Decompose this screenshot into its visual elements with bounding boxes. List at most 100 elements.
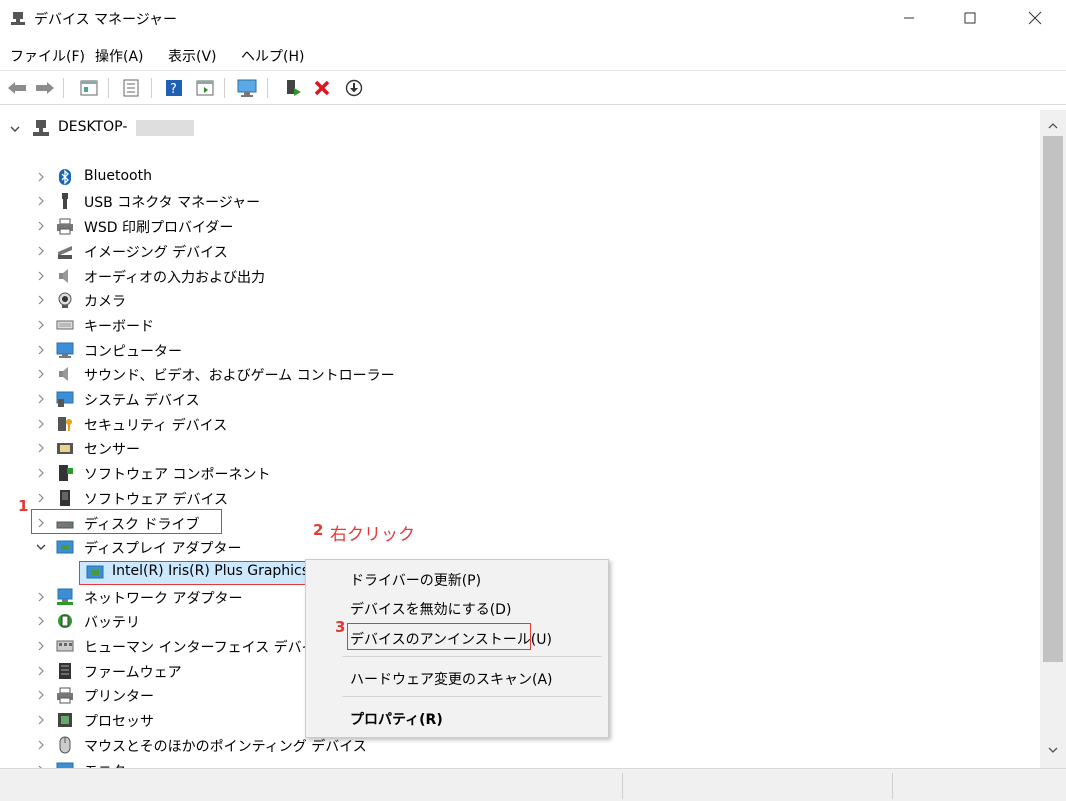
chevron-right-icon[interactable] <box>36 345 46 355</box>
chevron-right-icon[interactable] <box>36 690 46 700</box>
chevron-right-icon[interactable] <box>36 468 46 478</box>
chevron-right-icon[interactable] <box>36 172 46 182</box>
tree-item-label: WSD 印刷プロバイダー <box>84 220 234 237</box>
update-driver-button[interactable] <box>282 77 304 99</box>
chevron-right-icon[interactable] <box>36 295 46 305</box>
printer-icon <box>57 687 73 704</box>
tree-category-item[interactable]: センサー <box>0 436 1040 460</box>
download-button[interactable] <box>343 77 365 99</box>
help-icon: ? <box>166 80 182 97</box>
tree-category-item[interactable]: ディスプレイ アダプター <box>0 535 1040 559</box>
maximize-button[interactable] <box>947 0 993 36</box>
annotation-number-3: 3 <box>335 618 346 636</box>
menu-view[interactable]: 表示(V) <box>168 46 217 66</box>
network-icon <box>57 588 73 605</box>
tree-item-label: プリンター <box>84 689 154 706</box>
menu-action[interactable]: 操作(A) <box>95 46 144 66</box>
annotation-box-display-adapters <box>31 509 222 534</box>
tree-category-item[interactable]: ソフトウェア コンポーネント <box>0 461 1040 485</box>
tree-category-item[interactable]: イメージング デバイス <box>0 239 1040 263</box>
tree-category-item[interactable]: USB コネクタ マネージャー <box>0 189 1040 213</box>
tree-item-label: システム デバイス <box>84 393 200 409</box>
ctx-update-driver[interactable]: ドライバーの更新(P) <box>350 570 481 590</box>
tree-item-label: センサー <box>84 442 140 459</box>
bluetooth-icon <box>59 168 71 185</box>
computer-icon <box>33 120 49 136</box>
software-device-icon <box>60 489 70 506</box>
status-bar <box>0 768 1066 801</box>
scroll-up-icon[interactable] <box>1048 122 1058 130</box>
chevron-right-icon[interactable] <box>36 443 46 453</box>
properties-sheet-button[interactable] <box>78 77 100 99</box>
security-key-icon <box>58 416 72 431</box>
download-circle-icon <box>345 79 363 97</box>
back-arrow-icon <box>8 82 26 94</box>
tree-item-label: バッテリ <box>84 615 140 632</box>
chevron-right-icon[interactable] <box>36 369 46 379</box>
display-card-icon <box>86 565 104 579</box>
chevron-right-icon[interactable] <box>36 740 46 750</box>
back-button[interactable] <box>6 77 28 99</box>
tree-item-label: ソフトウェア デバイス <box>84 491 229 508</box>
menu-file[interactable]: ファイル(F) <box>10 46 85 66</box>
firmware-icon <box>59 662 71 679</box>
tree-item-label: ヒューマン インターフェイス デバイス <box>84 640 330 656</box>
tree-item-label: コンピューター <box>84 343 182 360</box>
tree-category-item[interactable]: コンピューター <box>0 338 1040 362</box>
maximize-icon <box>964 12 976 24</box>
tree-category-item[interactable]: ソフトウェア デバイス <box>0 486 1040 510</box>
chevron-right-icon[interactable] <box>36 419 46 429</box>
scrollbar-thumb[interactable] <box>1043 136 1063 662</box>
close-button[interactable] <box>1012 0 1058 36</box>
menu-bar: ファイル(F) 操作(A) 表示(V) ヘルプ(H) <box>0 40 1066 71</box>
forward-button[interactable] <box>34 77 56 99</box>
tree-category-item[interactable]: Bluetooth <box>0 165 1040 189</box>
uninstall-device-button[interactable] <box>311 77 333 99</box>
chevron-right-icon[interactable] <box>36 592 46 602</box>
help-button[interactable]: ? <box>163 77 185 99</box>
chevron-right-icon[interactable] <box>36 493 46 503</box>
tree-category-item[interactable]: システム デバイス <box>0 387 1040 411</box>
scan-hardware-button[interactable] <box>236 77 258 99</box>
tree-item-label: Bluetooth <box>84 167 152 184</box>
chevron-right-icon[interactable] <box>36 715 46 725</box>
tree-item-label: オーディオの入力および出力 <box>84 269 266 286</box>
tree-category-item[interactable]: キーボード <box>0 313 1040 337</box>
ctx-scan-hardware[interactable]: ハードウェア変更のスキャン(A) <box>350 669 553 689</box>
action-icon <box>196 80 214 96</box>
ctx-disable-device[interactable]: デバイスを無効にする(D) <box>350 599 511 619</box>
keyboard-icon <box>56 320 74 330</box>
chevron-right-icon[interactable] <box>36 196 46 206</box>
computer-icon <box>56 342 74 358</box>
close-icon <box>1028 11 1042 25</box>
menu-help[interactable]: ヘルプ(H) <box>241 46 304 66</box>
annotation-right-click-label: 右クリック <box>330 525 415 545</box>
monitor-scan-icon <box>237 79 257 97</box>
hid-icon <box>56 640 74 652</box>
tree-category-item[interactable]: モニター <box>0 758 1040 768</box>
ctx-properties[interactable]: プロパティ(R) <box>350 709 443 729</box>
chevron-right-icon[interactable] <box>36 271 46 281</box>
tree-item-label: ファームウェア <box>84 664 182 681</box>
chevron-right-icon[interactable] <box>36 320 46 330</box>
chevron-right-icon[interactable] <box>36 394 46 404</box>
chevron-down-icon[interactable] <box>10 124 20 134</box>
action-button[interactable] <box>194 77 216 99</box>
chevron-right-icon[interactable] <box>36 221 46 231</box>
scroll-down-icon[interactable] <box>1048 746 1058 754</box>
tree-category-item[interactable]: カメラ <box>0 288 1040 312</box>
tree-category-item[interactable]: セキュリティ デバイス <box>0 412 1040 436</box>
tree-category-item[interactable]: オーディオの入力および出力 <box>0 264 1040 288</box>
chevron-right-icon[interactable] <box>36 666 46 676</box>
chevron-right-icon[interactable] <box>36 246 46 256</box>
chevron-down-icon[interactable] <box>36 542 46 552</box>
tree-category-item[interactable]: サウンド、ビデオ、およびゲーム コントローラー <box>0 362 1040 386</box>
tree-item-label: ソフトウェア コンポーネント <box>84 467 271 484</box>
list-view-button[interactable] <box>120 77 142 99</box>
chevron-right-icon[interactable] <box>36 616 46 626</box>
minimize-button[interactable] <box>886 0 932 36</box>
delete-x-icon <box>314 80 330 96</box>
tree-category-item[interactable]: WSD 印刷プロバイダー <box>0 214 1040 238</box>
chevron-right-icon[interactable] <box>36 641 46 651</box>
usb-icon <box>62 193 68 210</box>
